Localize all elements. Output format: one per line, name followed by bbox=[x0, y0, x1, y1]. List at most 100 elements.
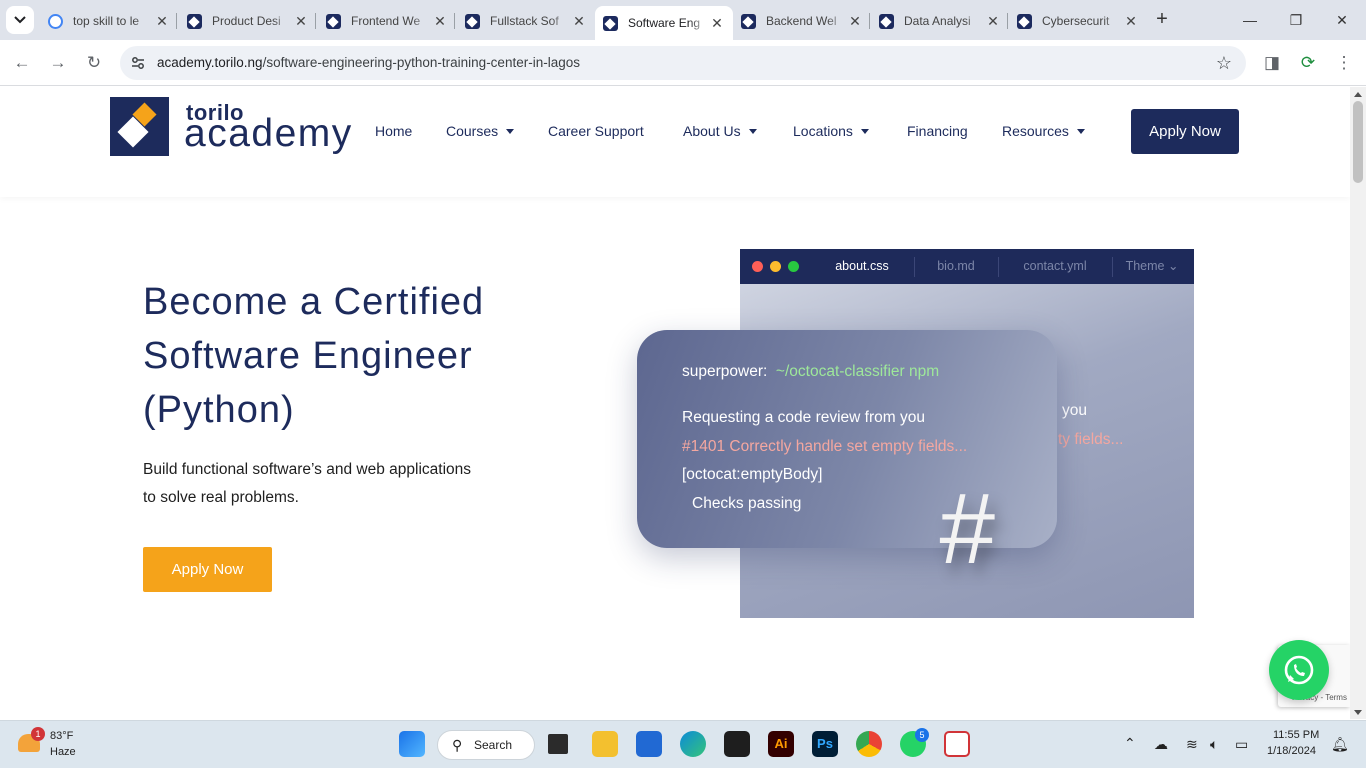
torilo-favicon bbox=[187, 13, 202, 29]
editor-tab-bar: about.css bio.md contact.yml Theme ⌄ bbox=[740, 249, 1194, 284]
illustrator-icon[interactable]: Ai bbox=[768, 731, 794, 757]
chevron-down-icon: ⌄ bbox=[1167, 259, 1179, 273]
whatsapp-chat-button[interactable] bbox=[1269, 640, 1329, 700]
hero-apply-now-button[interactable]: Apply Now bbox=[143, 547, 272, 592]
bookmark-star-icon[interactable]: ☆ bbox=[1216, 53, 1232, 74]
card-command-line: superpower: ~/octocat-classifier npm bbox=[682, 363, 940, 380]
scrollbar-thumb[interactable] bbox=[1353, 101, 1363, 183]
new-tab-button[interactable]: + bbox=[1150, 8, 1174, 32]
logo-wordmark-big[interactable]: academy bbox=[184, 112, 353, 156]
page-scrollbar[interactable] bbox=[1350, 87, 1366, 719]
file-explorer-icon[interactable] bbox=[592, 731, 618, 757]
address-bar[interactable]: academy.torilo.ng/software-engineering-p… bbox=[120, 46, 1246, 80]
nav-career-support[interactable]: Career Support bbox=[548, 123, 644, 139]
nav-courses[interactable]: Courses bbox=[446, 123, 515, 139]
torilo-logo-icon[interactable] bbox=[110, 97, 169, 156]
editor-tab: contact.yml bbox=[1023, 259, 1087, 273]
browser-tab[interactable]: Backend Wel ✕ bbox=[733, 6, 871, 36]
clock-date[interactable]: 1/18/2024 bbox=[1267, 745, 1316, 757]
browser-tab[interactable]: Fullstack Sof ✕ bbox=[457, 6, 595, 36]
site-header: torilo academy Home Courses Career Suppo… bbox=[0, 87, 1350, 197]
restore-button[interactable]: ❐ bbox=[1284, 8, 1308, 32]
notification-bell-icon[interactable]: 🔔︎ bbox=[1331, 736, 1349, 753]
microsoft-store-icon[interactable] bbox=[636, 731, 662, 757]
site-info-icon[interactable] bbox=[130, 55, 146, 71]
snipping-tool-icon[interactable] bbox=[944, 731, 970, 757]
url-text: academy.torilo.ng/software-engineering-p… bbox=[157, 55, 580, 70]
torilo-favicon bbox=[603, 15, 618, 31]
reload-icon[interactable]: ↻ bbox=[82, 51, 106, 75]
nav-resources[interactable]: Resources bbox=[1002, 123, 1085, 139]
hero-subtitle: Build functional software’s and web appl… bbox=[143, 456, 533, 512]
editor-tab-theme: Theme ⌄ bbox=[1125, 259, 1179, 273]
nav-locations[interactable]: Locations bbox=[793, 123, 869, 139]
close-tab-icon[interactable]: ✕ bbox=[847, 13, 863, 30]
show-hidden-icons-chevron[interactable]: ⌃ bbox=[1124, 735, 1136, 752]
browser-tab-active[interactable]: Software Eng ✕ bbox=[595, 6, 733, 40]
photoshop-icon[interactable]: Ps bbox=[812, 731, 838, 757]
windows-start-icon[interactable] bbox=[399, 731, 425, 757]
hero-subtitle-line: to solve real problems. bbox=[143, 489, 299, 506]
edge-browser-icon[interactable] bbox=[680, 731, 706, 757]
background-code-fragment: you bbox=[1062, 402, 1087, 419]
figma-icon[interactable] bbox=[724, 731, 750, 757]
scroll-up-arrow-icon[interactable] bbox=[1354, 92, 1362, 97]
torilo-favicon bbox=[465, 13, 480, 29]
whatsapp-icon bbox=[1284, 655, 1314, 685]
caret-down-icon bbox=[506, 129, 515, 134]
weather-badge: 1 bbox=[31, 727, 45, 741]
close-tab-icon[interactable]: ✕ bbox=[154, 13, 170, 30]
hero-title: Become a Certified Software Engineer (Py… bbox=[143, 275, 583, 437]
close-tab-icon[interactable]: ✕ bbox=[1123, 13, 1139, 30]
search-icon: ⚲ bbox=[452, 737, 463, 753]
browser-tab[interactable]: Data Analysi ✕ bbox=[871, 6, 1009, 36]
clock-time[interactable]: 11:55 PM bbox=[1273, 729, 1319, 741]
editor-tab: about.css bbox=[835, 259, 889, 273]
header-apply-now-button[interactable]: Apply Now bbox=[1131, 109, 1239, 154]
window-dot-red bbox=[752, 261, 763, 272]
scroll-down-arrow-icon[interactable] bbox=[1354, 710, 1362, 715]
close-tab-icon[interactable]: ✕ bbox=[571, 13, 587, 30]
tab-search-button[interactable] bbox=[6, 6, 34, 34]
close-window-button[interactable]: ✕ bbox=[1330, 8, 1354, 32]
side-panel-icon[interactable]: ◨ bbox=[1260, 51, 1284, 75]
close-tab-icon[interactable]: ✕ bbox=[709, 15, 725, 32]
taskbar-search[interactable]: ⚲ Search bbox=[437, 730, 535, 760]
nav-home[interactable]: Home bbox=[375, 123, 412, 139]
whatsapp-badge: 5 bbox=[915, 728, 929, 742]
caret-down-icon bbox=[1076, 129, 1085, 134]
editor-tab: bio.md bbox=[937, 259, 975, 273]
browser-tab[interactable]: Product Desi ✕ bbox=[179, 6, 317, 36]
nav-about-us[interactable]: About Us bbox=[683, 123, 757, 139]
close-tab-icon[interactable]: ✕ bbox=[432, 13, 448, 30]
hero-title-line: (Python) bbox=[143, 389, 295, 431]
forward-arrow-icon[interactable]: → bbox=[46, 51, 70, 75]
back-arrow-icon[interactable]: ← bbox=[10, 51, 34, 75]
card-text-line: #1401 Correctly handle set empty fields.… bbox=[682, 438, 968, 455]
hash-symbol-decoration: # bbox=[938, 473, 994, 585]
hero-title-line: Software Engineer bbox=[143, 335, 473, 377]
minimize-button[interactable]: — bbox=[1238, 8, 1262, 32]
card-text-line: Requesting a code review from you bbox=[682, 409, 925, 426]
extension-icon[interactable]: ⟳ bbox=[1296, 51, 1320, 75]
task-view-icon[interactable] bbox=[548, 734, 568, 754]
card-text-line: Checks passing bbox=[692, 495, 802, 512]
wifi-icon[interactable]: ≋ bbox=[1186, 736, 1198, 753]
browser-tab[interactable]: top skill to le ✕ bbox=[40, 6, 178, 36]
chevron-down-icon bbox=[14, 16, 26, 24]
background-code-fragment: ty fields... bbox=[1058, 431, 1124, 448]
torilo-favicon bbox=[1017, 13, 1032, 29]
browser-menu-icon[interactable]: ⋮ bbox=[1332, 51, 1356, 75]
caret-down-icon bbox=[860, 129, 869, 134]
volume-icon[interactable]: 🔈︎ bbox=[1210, 736, 1218, 753]
browser-tab[interactable]: Cybersecurit ✕ bbox=[1009, 6, 1147, 36]
url-host: academy.torilo.ng bbox=[157, 55, 263, 70]
chrome-icon[interactable] bbox=[856, 731, 882, 757]
browser-tab[interactable]: Frontend We ✕ bbox=[318, 6, 456, 36]
battery-icon[interactable]: ▭ bbox=[1235, 736, 1248, 753]
nav-financing[interactable]: Financing bbox=[907, 123, 968, 139]
network-status-icon[interactable]: ☁ bbox=[1154, 736, 1168, 753]
hero-subtitle-line: Build functional software’s and web appl… bbox=[143, 461, 471, 478]
close-tab-icon[interactable]: ✕ bbox=[293, 13, 309, 30]
close-tab-icon[interactable]: ✕ bbox=[985, 13, 1001, 30]
